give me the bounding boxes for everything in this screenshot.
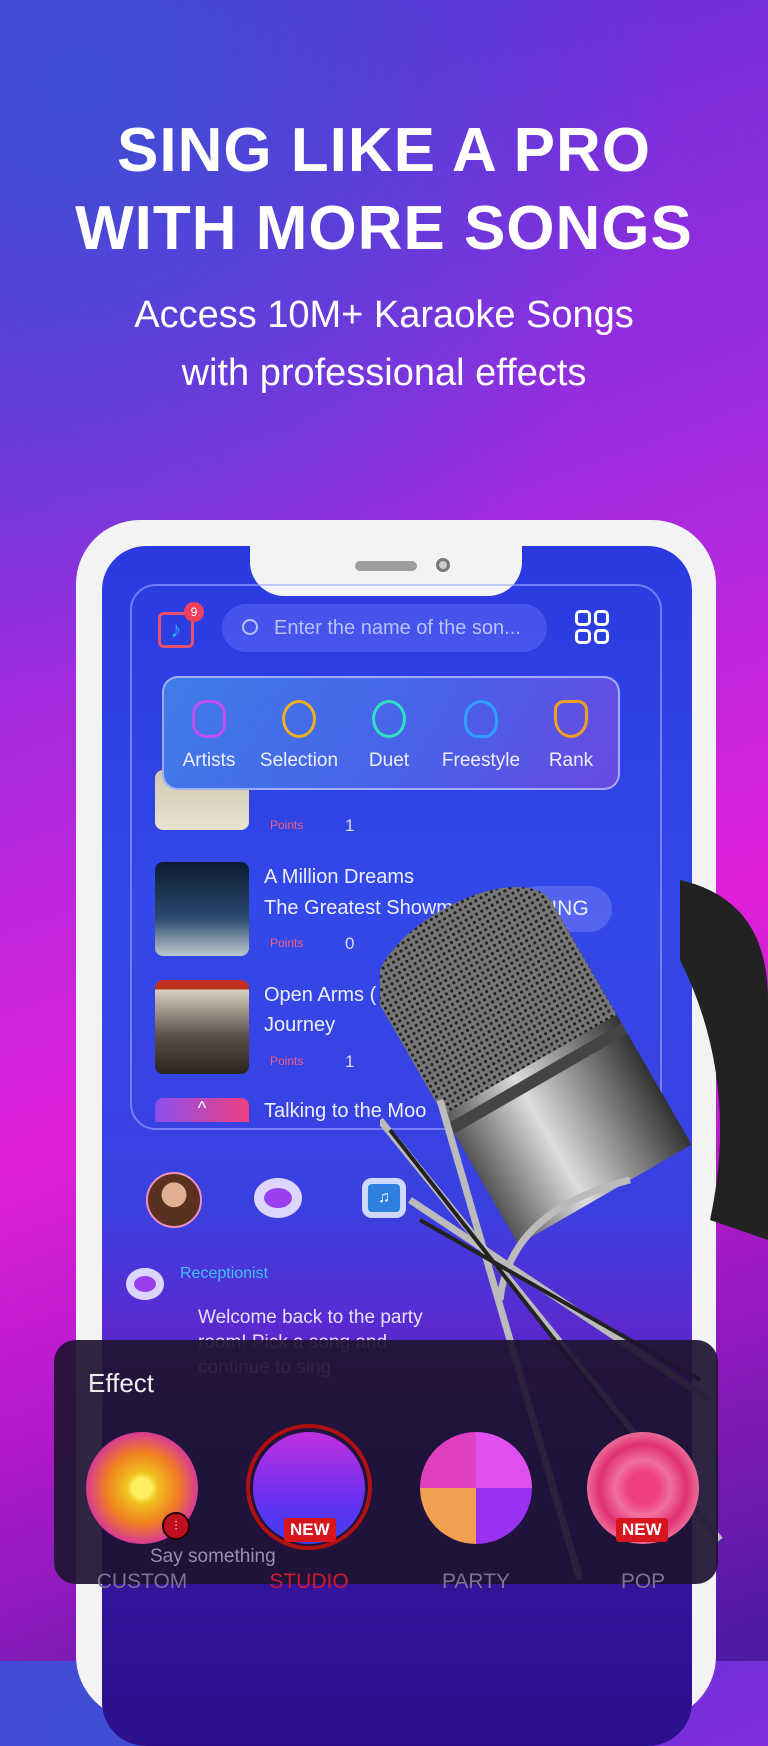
headline-line-1: SING LIKE A PRO [116,116,651,185]
sing-count: 0 [345,934,355,953]
sing-count: 1 [345,816,355,835]
category-menu: Artists Selection Duet Freestyle Rank [162,676,620,790]
points-label: Points [270,936,304,950]
trophy-icon [554,700,588,738]
album-art [155,862,249,956]
microphone-icon [464,700,498,738]
menu-item-freestyle[interactable]: Freestyle [436,678,526,772]
grid-menu-icon[interactable] [575,610,609,644]
speaker [355,561,417,571]
points-label: Points [270,1054,304,1068]
scroll-up-button[interactable]: ^ [155,1098,249,1122]
points-label: Points [270,818,304,832]
subtitle: Access 10M+ Karaoke Songs with profession… [0,286,768,402]
robot-avatar-icon[interactable] [254,1178,302,1218]
notification-badge: 9 [184,602,204,622]
artist-icon [192,700,226,738]
headline: SING LIKE A PRO WITH MORE SONGS [0,112,768,268]
menu-label: Rank [548,750,594,771]
medal-icon [282,700,316,738]
effect-label: CUSTOM [96,1570,188,1593]
menu-item-artists[interactable]: Artists [164,678,254,772]
menu-label: Selection [259,750,339,771]
camera [436,558,450,572]
effect-title: Effect [88,1368,155,1398]
equalizer-icon[interactable]: ⫶ [162,1512,190,1540]
menu-item-selection[interactable]: Selection [254,678,344,772]
menu-label: Artists [182,750,236,771]
new-badge: NEW [616,1518,668,1542]
user-avatar[interactable] [146,1172,202,1228]
new-badge: NEW [284,1518,336,1542]
subtitle-line-1: Access 10M+ Karaoke Songs [134,294,634,336]
effect-party-button[interactable] [420,1432,532,1544]
menu-label: Duet [368,750,410,771]
headline-line-2: WITH MORE SONGS [75,194,693,263]
search-icon [242,619,258,635]
menu-item-rank[interactable]: Rank [526,678,616,772]
receptionist-avatar-icon [126,1268,164,1300]
search-input[interactable]: Enter the name of the son... [222,604,547,652]
album-art [155,980,249,1074]
chat-sender: Receptionist [180,1265,269,1282]
menu-item-duet[interactable]: Duet [344,678,434,772]
menu-label: Freestyle [441,750,521,771]
search-placeholder: Enter the name of the son... [274,617,521,639]
chat-input[interactable]: Say something [150,1546,276,1568]
effect-label: POP [620,1570,666,1593]
sing-count: 1 [345,1052,355,1071]
song-artist: Journey [264,1014,336,1036]
effect-label: PARTY [441,1570,511,1593]
duet-hearts-icon [372,700,406,738]
effect-label-selected: STUDIO [269,1570,349,1593]
subtitle-line-2: with professional effects [181,352,587,394]
